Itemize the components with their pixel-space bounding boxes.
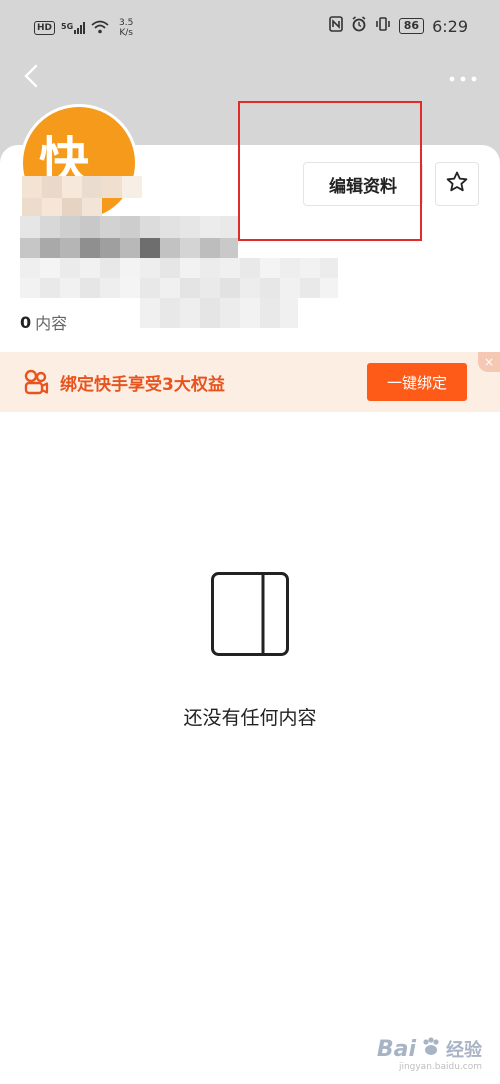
- empty-state-message: 还没有任何内容: [183, 707, 317, 729]
- more-dots-icon: [448, 70, 478, 89]
- status-left: HD 5G 3.5 K/s: [34, 18, 137, 38]
- paw-icon: [420, 1036, 442, 1062]
- banner-close-button[interactable]: ×: [478, 352, 500, 372]
- more-options-button[interactable]: [448, 70, 478, 82]
- hd-badge: HD: [34, 21, 56, 35]
- bio-mosaic: [20, 258, 340, 334]
- battery-indicator: 86: [398, 18, 425, 34]
- highlight-annotation-box: [238, 101, 422, 241]
- signal-icon: 5G: [61, 22, 86, 34]
- nfc-icon: [328, 16, 343, 36]
- watermark-site: jingyan.baidu.com: [398, 1062, 482, 1072]
- favorite-button[interactable]: [435, 162, 479, 206]
- speed-unit: K/s: [119, 28, 133, 38]
- one-click-bind-button[interactable]: 一键绑定: [367, 363, 467, 401]
- chevron-left-icon: [16, 64, 48, 96]
- vibrate-icon: [375, 16, 391, 36]
- back-button[interactable]: [16, 60, 48, 92]
- user-id-mosaic: [20, 216, 240, 264]
- content-count: 0: [20, 312, 32, 332]
- network-speed: 3.5 K/s: [115, 18, 137, 38]
- watermark-suffix: 经验: [446, 1040, 482, 1061]
- status-bar: HD 5G 3.5 K/s 86 6:29: [0, 0, 500, 58]
- clock: 6:29: [432, 16, 468, 36]
- watermark-brand: Bai: [376, 1036, 416, 1062]
- baidu-jingyan-watermark: Bai 经验 jingyan.baidu.com: [376, 1036, 482, 1073]
- kuaishou-logo-icon: [22, 368, 50, 396]
- alarm-icon: [351, 16, 367, 36]
- speed-value: 3.5: [118, 18, 134, 28]
- wifi-icon: [91, 19, 109, 38]
- network-label: 5G: [61, 22, 74, 31]
- status-right: 86 6:29: [328, 16, 468, 36]
- bind-kuaishou-banner: 绑定快手享受3大权益 一键绑定 ×: [0, 352, 500, 412]
- banner-text: 绑定快手享受3大权益: [60, 375, 225, 395]
- star-icon: [445, 170, 469, 198]
- content-label: 内容: [35, 314, 68, 333]
- empty-content-icon: [211, 572, 289, 656]
- profile-stats[interactable]: 0 内容: [20, 310, 67, 334]
